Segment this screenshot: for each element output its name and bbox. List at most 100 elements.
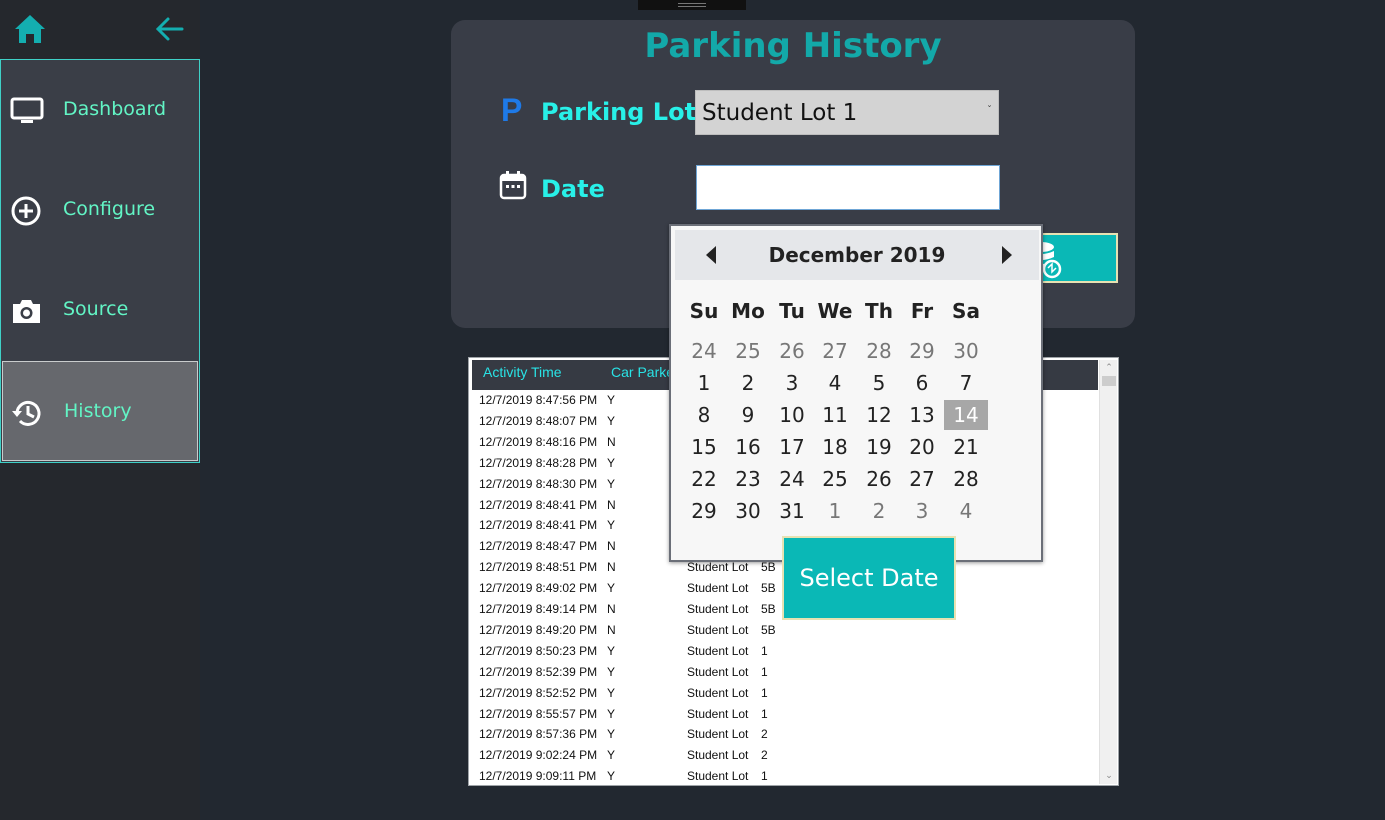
table-row[interactable]: 12/7/2019 8:49:20 PM N Student Lot 5B [469, 620, 1099, 641]
scroll-thumb[interactable] [1102, 376, 1116, 386]
sidebar-item-label: Dashboard [63, 98, 167, 120]
table-cell: N [607, 539, 616, 554]
table-cell: Student Lot [687, 748, 749, 763]
calendar-day[interactable]: 11 [813, 400, 857, 430]
calendar-day[interactable]: 26 [857, 464, 901, 494]
table-cell: 12/7/2019 8:48:51 PM [479, 560, 598, 575]
table-cell: 5B [761, 602, 776, 616]
date-input[interactable] [696, 165, 1000, 210]
calendar-day[interactable]: 6 [900, 368, 944, 398]
select-date-button[interactable]: Select Date [782, 536, 956, 620]
calendar-day[interactable]: 18 [813, 432, 857, 462]
calendar-day[interactable]: 17 [770, 432, 814, 462]
window-drag-handle[interactable] [638, 0, 746, 10]
table-row[interactable]: 12/7/2019 8:52:52 PM Y Student Lot 1 [469, 683, 1099, 704]
calendar-day[interactable]: 30 [944, 336, 988, 366]
calendar-day[interactable]: 1 [682, 368, 726, 398]
calendar-day[interactable]: 9 [726, 400, 770, 430]
sidebar-item-source[interactable]: Source [2, 260, 198, 360]
table-cell: 5B [761, 622, 776, 637]
calendar-day[interactable]: 27 [813, 336, 857, 366]
table-cell: Student Lot [687, 622, 749, 637]
table-cell: 12/7/2019 8:48:41 PM [479, 518, 598, 533]
back-button[interactable] [152, 12, 188, 46]
calendar-day[interactable]: 25 [813, 464, 857, 494]
chevron-down-icon: ˇ [987, 105, 992, 116]
table-cell: Student Lot [687, 706, 749, 721]
calendar-day[interactable]: 27 [900, 464, 944, 494]
calendar-day[interactable]: 4 [944, 496, 988, 526]
calendar-day[interactable]: 24 [682, 336, 726, 366]
table-cell: 12/7/2019 8:48:07 PM [479, 413, 598, 428]
vertical-scrollbar[interactable]: ⌃ ⌄ [1099, 360, 1117, 784]
calendar-day[interactable]: 19 [857, 432, 901, 462]
table-cell: 2 [761, 748, 768, 763]
next-month-button[interactable] [991, 240, 1021, 270]
table-cell: 12/7/2019 9:09:11 PM [479, 769, 597, 784]
arrow-left-icon [155, 17, 184, 41]
table-row[interactable]: 12/7/2019 8:50:23 PM Y Student Lot 1 [469, 641, 1099, 662]
table-row[interactable]: 12/7/2019 8:55:57 PM Y Student Lot 1 [469, 704, 1099, 725]
weekday-label: Mo [731, 299, 765, 323]
calendar-day[interactable]: 26 [770, 336, 814, 366]
table-row[interactable]: 12/7/2019 8:57:36 PM Y Student Lot 2 [469, 724, 1099, 745]
table-cell: 12/7/2019 8:49:14 PM [479, 602, 598, 616]
calendar-day[interactable]: 23 [726, 464, 770, 494]
calendar-day[interactable]: 28 [944, 464, 988, 494]
table-cell: 12/7/2019 8:52:39 PM [479, 664, 598, 679]
calendar-day[interactable]: 10 [770, 400, 814, 430]
calendar-day[interactable]: 15 [682, 432, 726, 462]
date-label: Date [541, 175, 605, 203]
table-cell: Y [607, 643, 616, 658]
table-cell: Student Lot [687, 727, 749, 742]
calendar-day[interactable]: 12 [857, 400, 901, 430]
table-row[interactable]: 12/7/2019 8:52:39 PM Y Student Lot 1 [469, 662, 1099, 683]
table-cell: N [607, 497, 616, 512]
table-row[interactable]: 12/7/2019 9:02:24 PM Y Student Lot 2 [469, 745, 1099, 766]
calendar-day[interactable]: 2 [726, 368, 770, 398]
calendar-day[interactable]: 22 [682, 464, 726, 494]
calendar-day[interactable]: 29 [682, 496, 726, 526]
scroll-down-icon[interactable]: ⌄ [1100, 768, 1118, 784]
calendar-day[interactable]: 21 [944, 432, 988, 462]
table-cell: Student Lot [687, 664, 749, 679]
calendar-day[interactable]: 7 [944, 368, 988, 398]
calendar-day[interactable]: 5 [857, 368, 901, 398]
calendar-day[interactable]: 20 [900, 432, 944, 462]
plus-circle-icon [11, 196, 41, 226]
calendar-day[interactable]: 24 [770, 464, 814, 494]
table-cell: Y [607, 664, 616, 679]
calendar-day[interactable]: 13 [900, 400, 944, 430]
calendar-day[interactable]: 30 [726, 496, 770, 526]
column-header-car-parked[interactable]: Car Parke [611, 364, 674, 380]
sidebar-item-dashboard[interactable]: Dashboard [2, 60, 198, 160]
calendar-day[interactable]: 3 [770, 368, 814, 398]
calendar-day[interactable]: 8 [682, 400, 726, 430]
calendar-day[interactable]: 14 [944, 400, 988, 430]
calendar-day[interactable]: 2 [857, 496, 901, 526]
calendar-day[interactable]: 29 [900, 336, 944, 366]
calendar-day[interactable]: 25 [726, 336, 770, 366]
parking-lot-select[interactable]: Student Lot 1 ˇ [695, 90, 999, 135]
scroll-up-icon[interactable]: ⌃ [1100, 360, 1118, 376]
table-cell: 1 [761, 643, 768, 658]
table-cell: N [607, 622, 616, 637]
table-cell: 12/7/2019 8:57:36 PM [479, 727, 598, 742]
table-cell: 12/7/2019 8:48:28 PM [479, 455, 598, 470]
calendar-day[interactable]: 4 [813, 368, 857, 398]
calendar-day[interactable]: 16 [726, 432, 770, 462]
home-button[interactable] [12, 12, 48, 46]
table-cell: 12/7/2019 8:48:41 PM [479, 497, 598, 512]
column-header-activity-time[interactable]: Activity Time [483, 364, 562, 380]
table-cell: 1 [761, 706, 768, 721]
calendar-day[interactable]: 3 [900, 496, 944, 526]
sidebar-item-configure[interactable]: Configure [2, 160, 198, 260]
calendar-day[interactable]: 1 [813, 496, 857, 526]
calendar-day[interactable]: 31 [770, 496, 814, 526]
table-cell: 12/7/2019 8:49:02 PM [479, 581, 598, 596]
calendar-day[interactable]: 28 [857, 336, 901, 366]
sidebar-item-history[interactable]: History [2, 361, 198, 461]
monitor-icon [10, 97, 44, 123]
table-cell: Student Lot [687, 643, 749, 658]
table-row[interactable]: 12/7/2019 9:09:11 PM Y Student Lot 1 [469, 766, 1099, 785]
